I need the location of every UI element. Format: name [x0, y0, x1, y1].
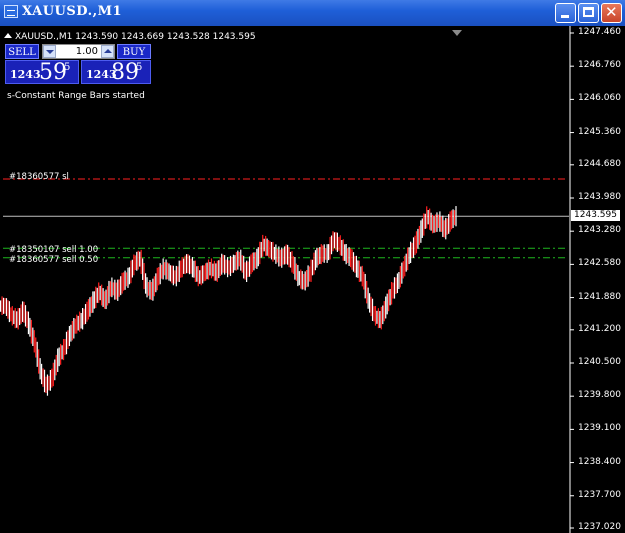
sell-price-button[interactable]: 1243 59 5	[5, 60, 79, 85]
axis-tick-label: 1245.360	[578, 126, 621, 137]
axis-tick-label: 1244.680	[578, 158, 621, 169]
axis-tick-label: 1237.020	[578, 522, 621, 532]
axis-tick-label: 1247.460	[578, 27, 621, 37]
lot-increase-icon[interactable]	[101, 45, 114, 58]
current-price-marker: 1243.595	[571, 210, 620, 221]
axis-tick-label: 1243.280	[578, 225, 621, 236]
chart-window-icon	[4, 5, 18, 18]
sell-point: 5	[64, 62, 71, 73]
sell-button[interactable]: SELL	[5, 44, 39, 59]
axis-tick-label: 1239.800	[578, 390, 621, 401]
order-line-label[interactable]: #18350107 sell 1.00	[9, 245, 98, 255]
axis-tick-label: 1241.880	[578, 291, 621, 302]
axis-tick-label: 1243.980	[578, 192, 621, 202]
window-title-bar[interactable]: XAUUSD.,M1 ✕	[0, 0, 625, 26]
sell-big-figure: 1243	[10, 68, 41, 81]
buy-price-button[interactable]: 1243 89 5	[81, 60, 151, 85]
axis-tick-label: 1242.580	[578, 258, 621, 269]
buy-button[interactable]: BUY	[117, 44, 151, 59]
price-chart[interactable]: XAUUSD.,M1 1243.590 1243.669 1243.528 12…	[0, 26, 625, 533]
maximize-button[interactable]	[578, 3, 599, 23]
lot-size-value[interactable]: 1.00	[76, 45, 98, 58]
minimize-button[interactable]	[555, 3, 576, 23]
axis-tick-label: 1237.700	[578, 489, 621, 500]
order-line-label[interactable]: #18360577 sl	[9, 172, 69, 182]
close-button[interactable]: ✕	[601, 3, 622, 23]
axis-tick-label: 1241.200	[578, 323, 621, 334]
buy-pips: 89	[111, 60, 139, 85]
one-click-trading-panel: SELL 1.00 BUY 1243 59 5 1243 89 5	[5, 44, 151, 85]
window-title: XAUUSD.,M1	[22, 4, 123, 19]
maximize-icon	[583, 7, 594, 17]
lot-decrease-icon[interactable]	[43, 45, 56, 58]
lot-size-field[interactable]: 1.00	[42, 44, 115, 59]
order-line-label[interactable]: #18360577 sell 0.50	[9, 255, 98, 265]
chart-symbol-header: XAUUSD.,M1 1243.590 1243.669 1243.528 12…	[4, 32, 256, 42]
axis-tick-label: 1240.500	[578, 357, 621, 367]
axis-tick-label: 1246.760	[578, 60, 621, 71]
axis-tick-label: 1238.400	[578, 456, 621, 467]
triangle-up-icon	[4, 33, 12, 38]
sell-pips: 59	[39, 60, 67, 85]
symbol-ohlc-text: XAUUSD.,M1 1243.590 1243.669 1243.528 12…	[15, 32, 256, 42]
axis-tick-label: 1239.100	[578, 423, 621, 434]
chart-shift-icon	[452, 30, 462, 36]
buy-point: 5	[136, 62, 143, 73]
axis-tick-label: 1246.060	[578, 93, 621, 104]
minimize-icon	[561, 15, 569, 18]
indicator-status-message: s-Constant Range Bars started	[7, 91, 145, 101]
chart-canvas[interactable]	[0, 26, 625, 533]
close-icon: ✕	[605, 3, 618, 21]
